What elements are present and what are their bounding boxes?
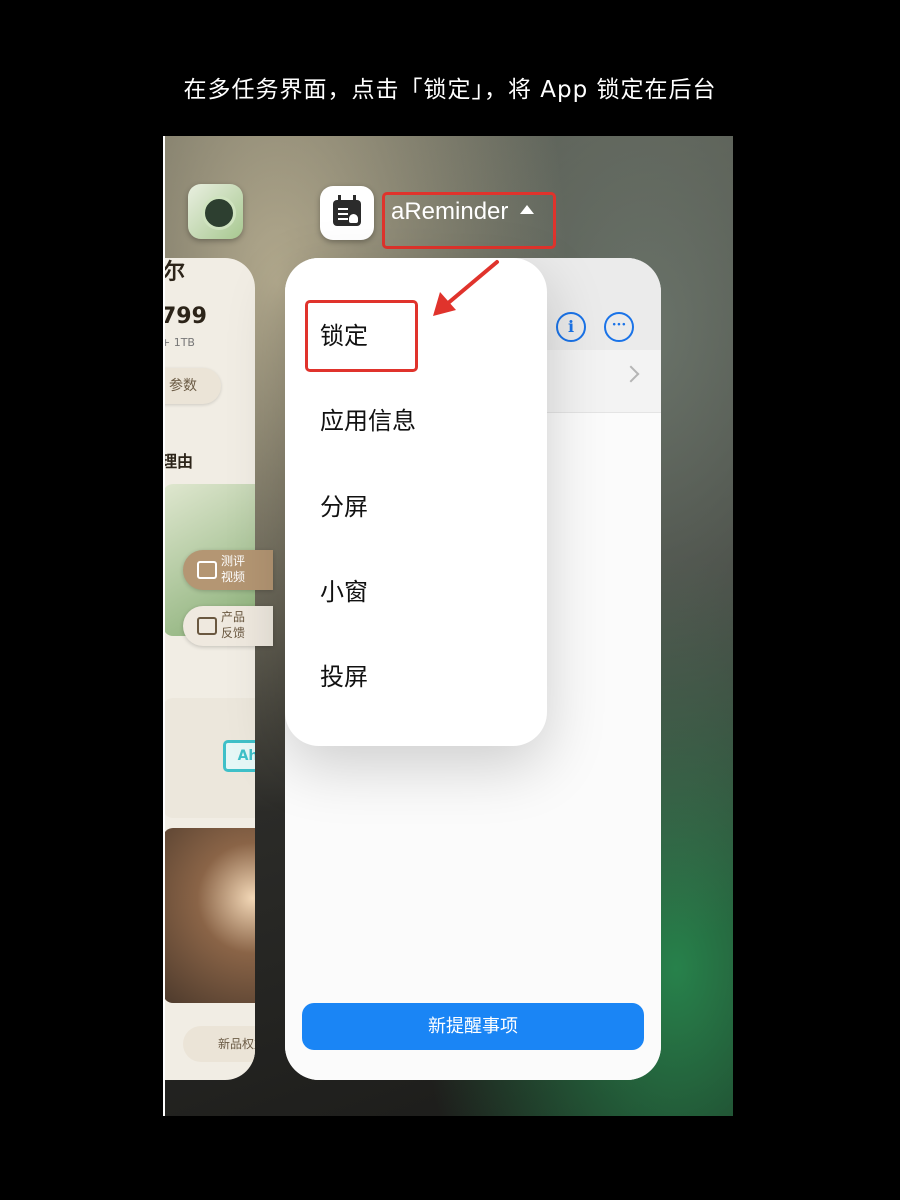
- app-context-menu: 锁定 应用信息 分屏 小窗 投屏: [285, 258, 547, 746]
- new-reminder-button[interactable]: 新提醒事项: [302, 1003, 644, 1050]
- tutorial-caption: 在多任务界面，点击「锁定」，将 App 锁定在后台: [183, 77, 717, 103]
- battery-icon: Ah: [223, 740, 255, 772]
- edit-icon: [197, 617, 217, 635]
- price-text: 799: [163, 304, 207, 329]
- highlight-box-lock: [305, 300, 418, 372]
- menu-item-cast-screen[interactable]: 投屏: [320, 657, 368, 697]
- phone-store-app-icon[interactable]: [188, 184, 243, 239]
- left-app-card[interactable]: 尔 799 + 1TB 参数 理由 Ah 新品权益: [163, 258, 255, 1080]
- left-app-title-fragment: 尔: [163, 260, 186, 285]
- params-button[interactable]: 参数: [163, 368, 221, 404]
- reason-heading: 理由: [163, 452, 194, 471]
- review-video-button[interactable]: 测评视频: [183, 550, 273, 590]
- chevron-right-icon: [622, 365, 640, 383]
- menu-item-split-screen[interactable]: 分屏: [320, 487, 368, 527]
- storage-text: + 1TB: [163, 336, 195, 349]
- benefits-button[interactable]: 新品权益: [183, 1026, 255, 1062]
- areminder-app-icon[interactable]: [320, 186, 374, 240]
- lifestyle-photo: [163, 828, 255, 1003]
- multitask-screen: 尔 799 + 1TB 参数 理由 Ah 新品权益 测评视频 产品反馈 aRem…: [163, 136, 733, 1116]
- bell-icon: [349, 214, 358, 223]
- more-icon[interactable]: ···: [604, 312, 634, 342]
- highlight-box-title: [382, 192, 556, 249]
- screen-edge: [163, 136, 165, 1116]
- feedback-button[interactable]: 产品反馈: [183, 606, 273, 646]
- menu-item-floating-window[interactable]: 小窗: [320, 572, 368, 612]
- battery-gauge: Ah: [163, 698, 255, 818]
- info-icon[interactable]: i: [556, 312, 586, 342]
- menu-item-app-info[interactable]: 应用信息: [320, 401, 416, 441]
- play-icon: [197, 561, 217, 579]
